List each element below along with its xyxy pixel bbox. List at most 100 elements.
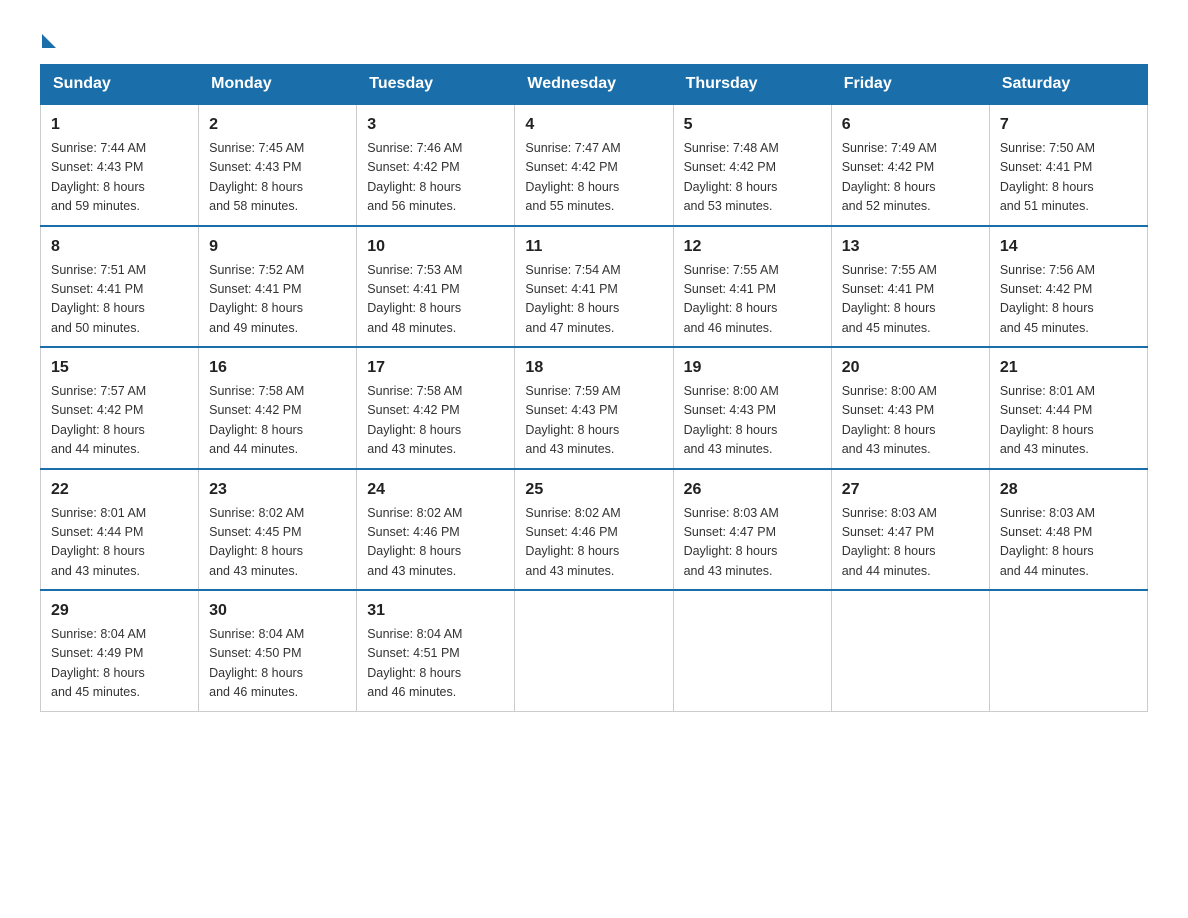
day-number: 13: [842, 235, 979, 259]
day-header-tuesday: Tuesday: [357, 65, 515, 105]
calendar-cell: 8 Sunrise: 7:51 AM Sunset: 4:41 PM Dayli…: [41, 226, 199, 348]
day-number: 24: [367, 478, 504, 502]
calendar-cell: [831, 590, 989, 711]
day-number: 8: [51, 235, 188, 259]
day-number: 18: [525, 356, 662, 380]
day-info: Sunrise: 7:46 AM Sunset: 4:42 PM Dayligh…: [367, 139, 504, 217]
day-info: Sunrise: 8:00 AM Sunset: 4:43 PM Dayligh…: [842, 382, 979, 460]
day-info: Sunrise: 8:02 AM Sunset: 4:46 PM Dayligh…: [367, 504, 504, 582]
header-row: SundayMondayTuesdayWednesdayThursdayFrid…: [41, 65, 1148, 105]
calendar-cell: [673, 590, 831, 711]
day-number: 29: [51, 599, 188, 623]
day-info: Sunrise: 8:02 AM Sunset: 4:45 PM Dayligh…: [209, 504, 346, 582]
logo-arrow-icon: [42, 34, 56, 48]
day-info: Sunrise: 7:53 AM Sunset: 4:41 PM Dayligh…: [367, 261, 504, 339]
day-number: 14: [1000, 235, 1137, 259]
day-header-saturday: Saturday: [989, 65, 1147, 105]
day-info: Sunrise: 7:47 AM Sunset: 4:42 PM Dayligh…: [525, 139, 662, 217]
day-number: 28: [1000, 478, 1137, 502]
week-row-3: 15 Sunrise: 7:57 AM Sunset: 4:42 PM Dayl…: [41, 347, 1148, 469]
day-info: Sunrise: 8:03 AM Sunset: 4:47 PM Dayligh…: [842, 504, 979, 582]
day-number: 12: [684, 235, 821, 259]
day-header-wednesday: Wednesday: [515, 65, 673, 105]
day-info: Sunrise: 7:51 AM Sunset: 4:41 PM Dayligh…: [51, 261, 188, 339]
day-info: Sunrise: 7:54 AM Sunset: 4:41 PM Dayligh…: [525, 261, 662, 339]
day-number: 25: [525, 478, 662, 502]
day-info: Sunrise: 8:01 AM Sunset: 4:44 PM Dayligh…: [1000, 382, 1137, 460]
day-number: 2: [209, 113, 346, 137]
day-number: 9: [209, 235, 346, 259]
calendar-cell: 12 Sunrise: 7:55 AM Sunset: 4:41 PM Dayl…: [673, 226, 831, 348]
day-info: Sunrise: 8:04 AM Sunset: 4:49 PM Dayligh…: [51, 625, 188, 703]
calendar-cell: 21 Sunrise: 8:01 AM Sunset: 4:44 PM Dayl…: [989, 347, 1147, 469]
day-number: 27: [842, 478, 979, 502]
day-info: Sunrise: 8:03 AM Sunset: 4:47 PM Dayligh…: [684, 504, 821, 582]
calendar-cell: 20 Sunrise: 8:00 AM Sunset: 4:43 PM Dayl…: [831, 347, 989, 469]
calendar-cell: 3 Sunrise: 7:46 AM Sunset: 4:42 PM Dayli…: [357, 104, 515, 226]
calendar-cell: 5 Sunrise: 7:48 AM Sunset: 4:42 PM Dayli…: [673, 104, 831, 226]
day-number: 21: [1000, 356, 1137, 380]
calendar-cell: 27 Sunrise: 8:03 AM Sunset: 4:47 PM Dayl…: [831, 469, 989, 591]
calendar-cell: 6 Sunrise: 7:49 AM Sunset: 4:42 PM Dayli…: [831, 104, 989, 226]
calendar-cell: [515, 590, 673, 711]
calendar-cell: 14 Sunrise: 7:56 AM Sunset: 4:42 PM Dayl…: [989, 226, 1147, 348]
week-row-4: 22 Sunrise: 8:01 AM Sunset: 4:44 PM Dayl…: [41, 469, 1148, 591]
calendar-cell: 28 Sunrise: 8:03 AM Sunset: 4:48 PM Dayl…: [989, 469, 1147, 591]
day-info: Sunrise: 8:02 AM Sunset: 4:46 PM Dayligh…: [525, 504, 662, 582]
week-row-2: 8 Sunrise: 7:51 AM Sunset: 4:41 PM Dayli…: [41, 226, 1148, 348]
page-header: [40, 30, 1148, 44]
calendar-cell: 13 Sunrise: 7:55 AM Sunset: 4:41 PM Dayl…: [831, 226, 989, 348]
day-header-sunday: Sunday: [41, 65, 199, 105]
day-number: 1: [51, 113, 188, 137]
day-info: Sunrise: 7:59 AM Sunset: 4:43 PM Dayligh…: [525, 382, 662, 460]
week-row-1: 1 Sunrise: 7:44 AM Sunset: 4:43 PM Dayli…: [41, 104, 1148, 226]
day-number: 4: [525, 113, 662, 137]
calendar-cell: 7 Sunrise: 7:50 AM Sunset: 4:41 PM Dayli…: [989, 104, 1147, 226]
day-info: Sunrise: 7:52 AM Sunset: 4:41 PM Dayligh…: [209, 261, 346, 339]
day-info: Sunrise: 8:00 AM Sunset: 4:43 PM Dayligh…: [684, 382, 821, 460]
day-number: 31: [367, 599, 504, 623]
day-info: Sunrise: 7:57 AM Sunset: 4:42 PM Dayligh…: [51, 382, 188, 460]
day-number: 5: [684, 113, 821, 137]
calendar-cell: 22 Sunrise: 8:01 AM Sunset: 4:44 PM Dayl…: [41, 469, 199, 591]
day-number: 10: [367, 235, 504, 259]
day-header-thursday: Thursday: [673, 65, 831, 105]
calendar-cell: 15 Sunrise: 7:57 AM Sunset: 4:42 PM Dayl…: [41, 347, 199, 469]
day-info: Sunrise: 7:48 AM Sunset: 4:42 PM Dayligh…: [684, 139, 821, 217]
calendar-cell: 19 Sunrise: 8:00 AM Sunset: 4:43 PM Dayl…: [673, 347, 831, 469]
calendar-cell: 2 Sunrise: 7:45 AM Sunset: 4:43 PM Dayli…: [199, 104, 357, 226]
calendar-cell: 30 Sunrise: 8:04 AM Sunset: 4:50 PM Dayl…: [199, 590, 357, 711]
day-info: Sunrise: 7:55 AM Sunset: 4:41 PM Dayligh…: [842, 261, 979, 339]
calendar-cell: 23 Sunrise: 8:02 AM Sunset: 4:45 PM Dayl…: [199, 469, 357, 591]
day-number: 23: [209, 478, 346, 502]
day-info: Sunrise: 7:56 AM Sunset: 4:42 PM Dayligh…: [1000, 261, 1137, 339]
calendar-cell: 26 Sunrise: 8:03 AM Sunset: 4:47 PM Dayl…: [673, 469, 831, 591]
day-number: 11: [525, 235, 662, 259]
day-number: 3: [367, 113, 504, 137]
day-number: 16: [209, 356, 346, 380]
calendar-table: SundayMondayTuesdayWednesdayThursdayFrid…: [40, 64, 1148, 712]
day-number: 7: [1000, 113, 1137, 137]
day-info: Sunrise: 7:58 AM Sunset: 4:42 PM Dayligh…: [209, 382, 346, 460]
day-header-friday: Friday: [831, 65, 989, 105]
logo: [40, 30, 56, 44]
day-number: 26: [684, 478, 821, 502]
calendar-cell: 1 Sunrise: 7:44 AM Sunset: 4:43 PM Dayli…: [41, 104, 199, 226]
calendar-cell: 4 Sunrise: 7:47 AM Sunset: 4:42 PM Dayli…: [515, 104, 673, 226]
day-info: Sunrise: 8:04 AM Sunset: 4:51 PM Dayligh…: [367, 625, 504, 703]
calendar-cell: 10 Sunrise: 7:53 AM Sunset: 4:41 PM Dayl…: [357, 226, 515, 348]
day-info: Sunrise: 7:44 AM Sunset: 4:43 PM Dayligh…: [51, 139, 188, 217]
day-number: 6: [842, 113, 979, 137]
calendar-cell: 31 Sunrise: 8:04 AM Sunset: 4:51 PM Dayl…: [357, 590, 515, 711]
day-number: 19: [684, 356, 821, 380]
week-row-5: 29 Sunrise: 8:04 AM Sunset: 4:49 PM Dayl…: [41, 590, 1148, 711]
day-info: Sunrise: 8:03 AM Sunset: 4:48 PM Dayligh…: [1000, 504, 1137, 582]
day-header-monday: Monday: [199, 65, 357, 105]
day-info: Sunrise: 7:55 AM Sunset: 4:41 PM Dayligh…: [684, 261, 821, 339]
day-number: 17: [367, 356, 504, 380]
day-info: Sunrise: 7:45 AM Sunset: 4:43 PM Dayligh…: [209, 139, 346, 217]
calendar-cell: 16 Sunrise: 7:58 AM Sunset: 4:42 PM Dayl…: [199, 347, 357, 469]
calendar-cell: 25 Sunrise: 8:02 AM Sunset: 4:46 PM Dayl…: [515, 469, 673, 591]
calendar-cell: 11 Sunrise: 7:54 AM Sunset: 4:41 PM Dayl…: [515, 226, 673, 348]
day-number: 20: [842, 356, 979, 380]
